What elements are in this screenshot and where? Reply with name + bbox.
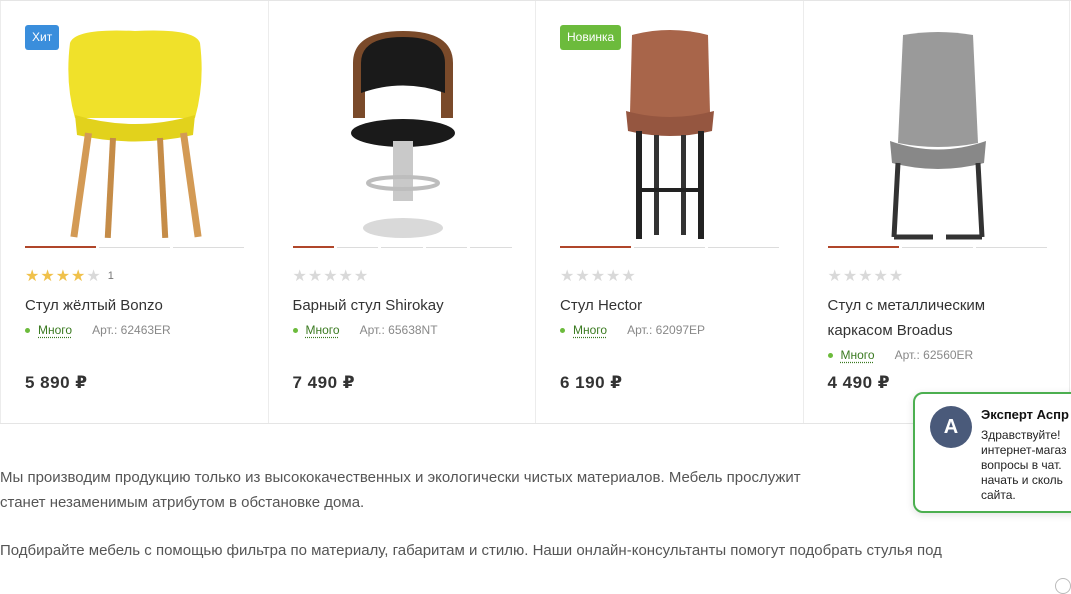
rating-stars: ★★★★★ — [828, 266, 905, 286]
star-icon: ★ — [323, 268, 339, 285]
stock-row: Много Арт.: 62097EP — [560, 321, 705, 339]
chat-avatar: A — [930, 406, 972, 448]
star-icon: ★ — [842, 268, 859, 285]
product-image[interactable] — [25, 23, 245, 243]
slide-indicator[interactable] — [25, 246, 244, 248]
description-line: станет незаменимым атрибутом в обстановк… — [0, 494, 365, 511]
star-icon: ★ — [560, 268, 576, 285]
star-icon: ★ — [353, 268, 370, 285]
slide-dot[interactable] — [336, 247, 379, 248]
in-stock-dot-icon — [292, 327, 298, 333]
stock-status[interactable]: Много — [573, 323, 607, 337]
product-card[interactable]: ★★★★★ Барный стул Shirokay Много Арт.: 6… — [267, 1, 536, 423]
slide-dot[interactable] — [708, 247, 779, 248]
star-icon: ★ — [888, 268, 905, 285]
slide-dot[interactable] — [99, 247, 170, 248]
slide-dot[interactable] — [292, 246, 334, 248]
slide-dot[interactable] — [560, 246, 631, 248]
product-grid: Хит ★★★★★ 1 Стул жёлтый Bonzo Много Арт.… — [0, 0, 1071, 424]
description-paragraph: Мы производим продукцию только из высоко… — [0, 465, 1071, 515]
star-icon: ★ — [575, 268, 591, 285]
product-title[interactable]: Стул с металлическим каркасом Broadus — [828, 293, 1043, 343]
bar-stool-icon — [350, 31, 455, 238]
in-stock-dot-icon — [827, 352, 833, 358]
slide-dot[interactable] — [827, 246, 899, 248]
rating: ★★★★★ 1 — [25, 266, 114, 286]
slide-dot[interactable] — [975, 247, 1047, 248]
star-icon: ★ — [55, 268, 72, 285]
stock-status[interactable]: Много — [38, 323, 72, 337]
stock-status[interactable]: Много — [306, 323, 340, 337]
product-badge: Новинка — [560, 25, 622, 50]
slide-dot[interactable] — [381, 247, 423, 248]
price: 4 490 ₽ — [827, 373, 891, 392]
review-count: 1 — [107, 270, 114, 282]
rating-stars: ★★★★★ — [293, 266, 370, 286]
chat-message: Здравствуйте! интернет-магаз вопросы в ч… — [981, 428, 1067, 502]
slide-dot[interactable] — [470, 247, 512, 248]
product-image[interactable] — [293, 23, 513, 243]
description-paragraph: Подбирайте мебель с помощью фильтра по м… — [0, 542, 942, 559]
star-icon: ★ — [40, 268, 56, 285]
star-icon: ★ — [827, 268, 843, 285]
sku: Арт.: 62463ER — [92, 323, 171, 337]
chat-widget[interactable]: A Эксперт Аспр Здравствуйте! интернет-ма… — [913, 392, 1071, 513]
stock-row: Много Арт.: 62463ER — [25, 321, 171, 339]
star-icon: ★ — [292, 268, 308, 285]
sku: Арт.: 65638NT — [359, 323, 438, 337]
slide-dot[interactable] — [25, 246, 96, 248]
slide-dot[interactable] — [173, 247, 244, 248]
star-icon: ★ — [338, 268, 354, 285]
product-card[interactable]: ★★★★★ Стул с металлическим каркасом Broa… — [802, 1, 1070, 423]
star-icon: ★ — [621, 268, 637, 285]
product-image[interactable] — [560, 23, 780, 243]
product-title[interactable]: Стул Hector — [560, 293, 775, 318]
price: 5 890 ₽ — [25, 373, 88, 392]
rating: ★★★★★ — [560, 266, 637, 286]
slide-indicator[interactable] — [827, 246, 1047, 248]
rating-stars: ★★★★★ — [560, 266, 637, 286]
star-icon: ★ — [25, 268, 41, 285]
in-stock-dot-icon — [25, 327, 30, 333]
product-image[interactable] — [828, 23, 1048, 243]
slide-indicator[interactable] — [560, 246, 779, 248]
star-icon: ★ — [858, 268, 874, 285]
slide-dot[interactable] — [425, 247, 468, 248]
star-icon: ★ — [606, 268, 622, 285]
rating: ★★★★★ — [828, 266, 905, 286]
star-icon: ★ — [873, 268, 889, 285]
sku: Арт.: 62560ER — [894, 348, 974, 362]
slide-dot[interactable] — [634, 247, 705, 248]
rating-stars: ★★★★★ — [25, 266, 102, 286]
slide-indicator[interactable] — [292, 246, 512, 248]
stock-row: Много Арт.: 65638NT — [292, 321, 438, 339]
sku: Арт.: 62097EP — [627, 323, 706, 337]
product-badge: Хит — [25, 25, 60, 50]
star-icon: ★ — [71, 268, 87, 285]
in-stock-dot-icon — [560, 327, 565, 333]
stock-status[interactable]: Много — [841, 348, 875, 362]
price: 6 190 ₽ — [560, 373, 623, 392]
star-icon: ★ — [590, 268, 607, 285]
stock-row: Много Арт.: 62560ER — [827, 346, 974, 364]
product-card[interactable]: Новинка ★★★★★ Стул Hector Много Арт.: 62… — [535, 1, 803, 423]
yellow-chair-icon — [68, 30, 202, 239]
price: 7 490 ₽ — [292, 373, 356, 392]
gray-chair-icon — [889, 32, 986, 240]
scroll-up-icon[interactable] — [1055, 578, 1071, 594]
product-title[interactable]: Барный стул Shirokay — [293, 293, 508, 318]
slide-dot[interactable] — [901, 247, 973, 248]
star-icon: ★ — [86, 268, 102, 285]
description-line: Мы производим продукцию только из высоко… — [0, 469, 801, 486]
chat-agent-name: Эксперт Аспр — [981, 407, 1069, 422]
star-icon: ★ — [307, 268, 324, 285]
brown-bar-chair-icon — [626, 30, 714, 239]
product-title[interactable]: Стул жёлтый Bonzo — [25, 293, 240, 318]
rating: ★★★★★ — [293, 266, 370, 286]
product-card[interactable]: Хит ★★★★★ 1 Стул жёлтый Bonzo Много Арт.… — [0, 1, 268, 423]
